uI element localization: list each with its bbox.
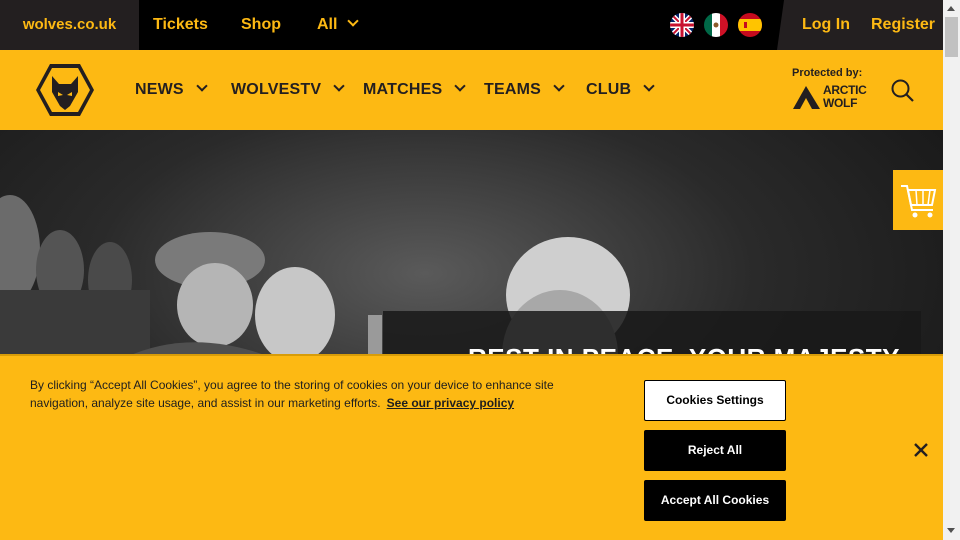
scroll-down-arrow[interactable] — [947, 528, 955, 533]
sponsor-line-2: WOLF — [823, 96, 858, 110]
chevron-down-icon — [553, 80, 565, 92]
shopping-basket-icon — [901, 185, 937, 218]
close-icon[interactable] — [911, 440, 931, 460]
nav-wolvestv[interactable]: WOLVESTV — [231, 50, 345, 130]
chevron-down-icon — [333, 80, 345, 92]
all-menu[interactable]: All — [317, 0, 360, 50]
spain-flag-icon[interactable] — [738, 13, 762, 37]
nav-news[interactable]: NEWS — [135, 50, 208, 130]
site-home-link[interactable]: wolves.co.uk — [0, 0, 139, 50]
reject-all-button[interactable]: Reject All — [644, 430, 786, 471]
scroll-thumb[interactable] — [945, 17, 958, 57]
nav-matches-label: MATCHES — [363, 81, 443, 98]
all-menu-label: All — [317, 16, 338, 33]
mexico-flag-icon[interactable] — [704, 13, 728, 37]
cookies-settings-button[interactable]: Cookies Settings — [644, 380, 786, 421]
nav-teams-label: TEAMS — [484, 81, 541, 98]
scroll-up-arrow[interactable] — [947, 6, 955, 11]
register-link[interactable]: Register — [871, 0, 935, 50]
nav-news-label: NEWS — [135, 81, 184, 98]
search-icon[interactable] — [890, 78, 916, 104]
cookie-banner: By clicking “Accept All Cookies”, you ag… — [0, 354, 943, 540]
chevron-down-icon — [454, 80, 466, 92]
nav-club-label: CLUB — [586, 81, 632, 98]
nav-matches[interactable]: MATCHES — [363, 50, 466, 130]
chevron-down-icon — [347, 15, 360, 27]
shop-link[interactable]: Shop — [241, 0, 281, 50]
tickets-link[interactable]: Tickets — [153, 0, 208, 50]
chevron-down-icon — [196, 80, 208, 92]
sponsor-name: ARCTIC WOLF — [823, 84, 867, 110]
accept-all-cookies-button[interactable]: Accept All Cookies — [644, 480, 786, 521]
chevron-down-icon — [643, 80, 655, 92]
nav-wolvestv-label: WOLVESTV — [231, 81, 322, 98]
login-link[interactable]: Log In — [802, 0, 850, 50]
privacy-policy-link[interactable]: See our privacy policy — [387, 396, 514, 410]
page-scrollbar[interactable] — [943, 0, 960, 540]
uk-flag-icon[interactable] — [670, 13, 694, 37]
wolves-logo[interactable] — [34, 62, 96, 118]
top-bar: wolves.co.uk Tickets Shop All Log In Reg… — [0, 0, 951, 50]
basket-button[interactable] — [893, 170, 943, 230]
nav-teams[interactable]: TEAMS — [484, 50, 565, 130]
protected-by-label: Protected by: — [792, 67, 863, 79]
cookie-message: By clicking “Accept All Cookies”, you ag… — [30, 376, 605, 412]
main-nav: NEWS WOLVESTV MATCHES TEAMS CLUB Protect… — [0, 50, 943, 130]
nav-club[interactable]: CLUB — [586, 50, 655, 130]
